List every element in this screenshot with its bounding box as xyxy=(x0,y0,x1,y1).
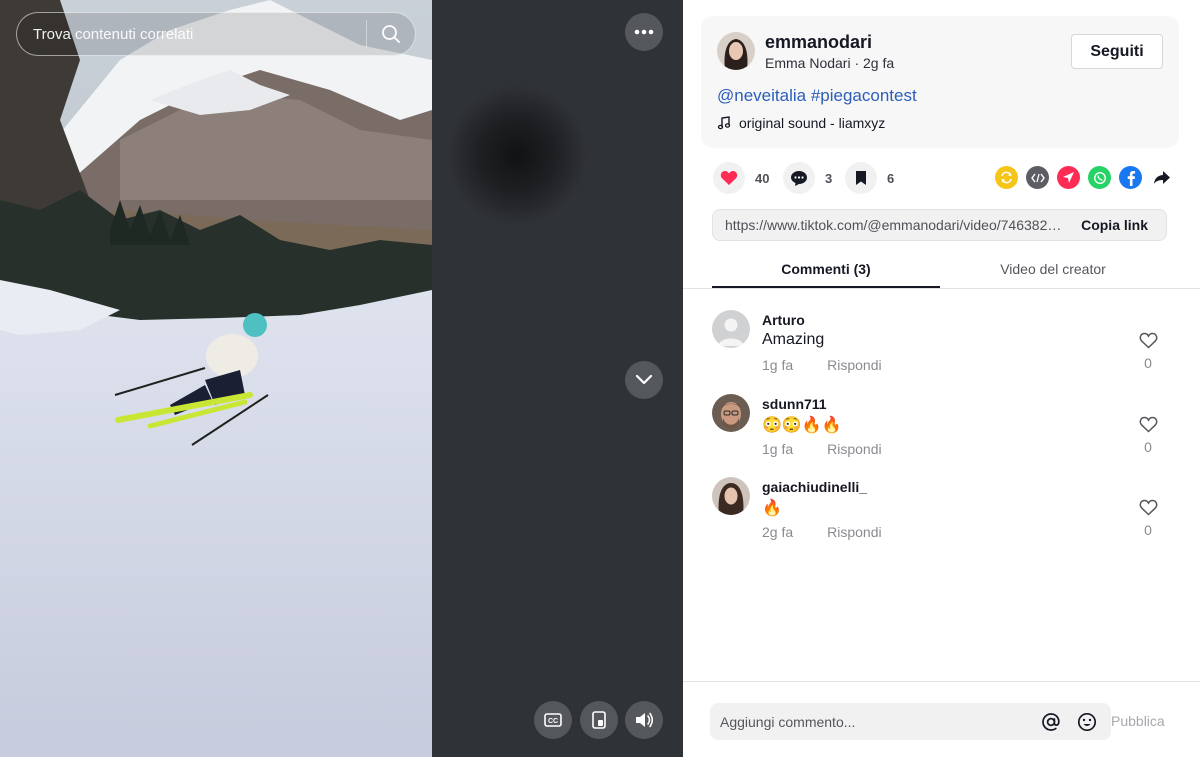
comment-count: 3 xyxy=(825,170,833,186)
user-avatar-image xyxy=(712,477,750,515)
details-panel: emmanodari Emma Nodari · 2g fa Seguiti @… xyxy=(683,0,1200,757)
comment-text: 😳😳🔥🔥 xyxy=(762,416,842,434)
panel-tabs: Commenti (3) Video del creator xyxy=(683,252,1200,289)
embed-icon[interactable] xyxy=(1026,166,1049,189)
heart-outline-icon xyxy=(1139,416,1157,433)
action-bar: 40 3 6 xyxy=(701,160,1179,198)
comment-like-count: 0 xyxy=(1144,522,1152,538)
search-icon xyxy=(382,25,400,43)
hashtag-link[interactable]: #piegacontest xyxy=(811,86,917,105)
heart-outline-icon xyxy=(1139,499,1157,516)
svg-text:CC: CC xyxy=(548,718,558,725)
copy-link-button[interactable]: Copia link xyxy=(1065,217,1166,233)
closed-captions-icon: CC xyxy=(544,713,562,727)
heart-outline-icon xyxy=(1139,332,1157,349)
floating-player-icon xyxy=(592,711,606,729)
comment-text: Amazing xyxy=(762,331,825,348)
sound-name: original sound - liamxyz xyxy=(739,115,886,131)
reply-button[interactable]: Rispondi xyxy=(827,441,881,457)
video-frame[interactable]: Trova contenuti correlati xyxy=(0,0,432,757)
hashtag-link[interactable]: @neveitalia xyxy=(717,86,806,105)
search-button[interactable] xyxy=(367,12,415,56)
avatar[interactable] xyxy=(712,393,750,432)
comment-item: sdunn711 😳😳🔥🔥 1g fa Rispondi 0 xyxy=(712,393,1174,478)
comment-list: Arturo Amazing 1g fa Rispondi 0 sdunn711… xyxy=(712,310,1174,561)
comment-text: 🔥 xyxy=(762,500,782,517)
avatar[interactable] xyxy=(712,310,750,348)
floating-player-button[interactable] xyxy=(580,701,618,739)
like-count: 40 xyxy=(755,170,770,186)
default-avatar-icon xyxy=(712,310,750,348)
comment-compose-bar: Aggiungi commento... Pubblica xyxy=(683,681,1200,757)
video-link-url[interactable]: https://www.tiktok.com/@emmanodari/video… xyxy=(713,217,1065,233)
mention-button[interactable] xyxy=(1039,710,1063,734)
author-meta: Emma Nodari · 2g fa xyxy=(765,55,895,71)
at-sign-icon xyxy=(1042,712,1060,731)
comment-like-button[interactable]: 0 xyxy=(1136,499,1160,538)
repost-icon[interactable] xyxy=(995,166,1018,189)
volume-button[interactable] xyxy=(625,701,663,739)
sound-link[interactable]: original sound - liamxyz xyxy=(717,115,885,131)
whatsapp-icon[interactable] xyxy=(1088,166,1111,189)
reply-button[interactable]: Rispondi xyxy=(827,357,881,373)
tab-creator-videos[interactable]: Video del creator xyxy=(940,261,1166,277)
comment-like-count: 0 xyxy=(1144,438,1152,455)
save-count: 6 xyxy=(887,170,895,186)
ski-video-image xyxy=(0,0,432,757)
more-dots-icon xyxy=(634,29,654,35)
comment-like-button[interactable]: 0 xyxy=(1136,332,1160,371)
author-username[interactable]: emmanodari xyxy=(765,32,872,53)
captions-button[interactable]: CC xyxy=(534,701,572,739)
share-arrow-icon[interactable] xyxy=(1150,166,1173,189)
like-button[interactable]: 40 xyxy=(713,162,769,194)
comment-username[interactable]: sdunn711 xyxy=(762,396,827,412)
tab-comments[interactable]: Commenti (3) xyxy=(712,261,940,277)
author-avatar-image xyxy=(717,32,755,70)
comment-bubble-icon xyxy=(791,170,807,186)
comment-button[interactable]: 3 xyxy=(783,162,832,194)
more-options-button[interactable] xyxy=(625,13,663,51)
comment-username[interactable]: Arturo xyxy=(762,312,805,328)
avatar[interactable] xyxy=(712,477,750,515)
emoji-button[interactable] xyxy=(1075,710,1099,734)
reply-button[interactable]: Rispondi xyxy=(827,524,881,540)
next-video-button[interactable] xyxy=(625,361,663,399)
facebook-icon[interactable] xyxy=(1119,166,1142,189)
search-placeholder[interactable]: Trova contenuti correlati xyxy=(17,26,366,43)
active-tab-indicator xyxy=(712,286,940,288)
comment-like-button[interactable]: 0 xyxy=(1136,416,1160,455)
emoji-icon xyxy=(1077,712,1097,731)
save-button[interactable]: 6 xyxy=(845,162,894,194)
author-avatar[interactable] xyxy=(717,32,755,70)
video-info-card: emmanodari Emma Nodari · 2g fa Seguiti @… xyxy=(701,16,1179,148)
send-icon[interactable] xyxy=(1057,166,1080,189)
caption-hashtags: @neveitalia #piegacontest xyxy=(717,86,917,106)
publish-button[interactable]: Pubblica xyxy=(1111,713,1165,729)
volume-icon xyxy=(636,712,654,728)
video-link-box: https://www.tiktok.com/@emmanodari/video… xyxy=(712,209,1167,241)
comment-time: 2g fa xyxy=(762,524,794,540)
user-avatar-image xyxy=(712,393,750,432)
comment-time: 1g fa xyxy=(762,357,794,373)
chevron-down-icon xyxy=(635,374,653,385)
video-player[interactable]: Trova contenuti correlati CC xyxy=(0,0,683,757)
comment-username[interactable]: gaiachiudinelli_ xyxy=(762,479,867,495)
comment-time: 1g fa xyxy=(762,440,794,457)
comment-item: Arturo Amazing 1g fa Rispondi 0 xyxy=(712,310,1174,394)
comment-input[interactable]: Aggiungi commento... xyxy=(710,703,1111,740)
search-bar[interactable]: Trova contenuti correlati xyxy=(16,12,416,56)
comment-input-placeholder[interactable]: Aggiungi commento... xyxy=(710,714,1039,730)
heart-filled-icon xyxy=(720,171,738,185)
share-buttons xyxy=(995,166,1173,189)
comment-item: gaiachiudinelli_ 🔥 2g fa Rispondi 0 xyxy=(712,477,1174,561)
bookmark-icon xyxy=(856,171,866,185)
following-button[interactable]: Seguiti xyxy=(1071,34,1163,69)
music-note-icon xyxy=(717,116,731,130)
comment-like-count: 0 xyxy=(1144,355,1152,371)
